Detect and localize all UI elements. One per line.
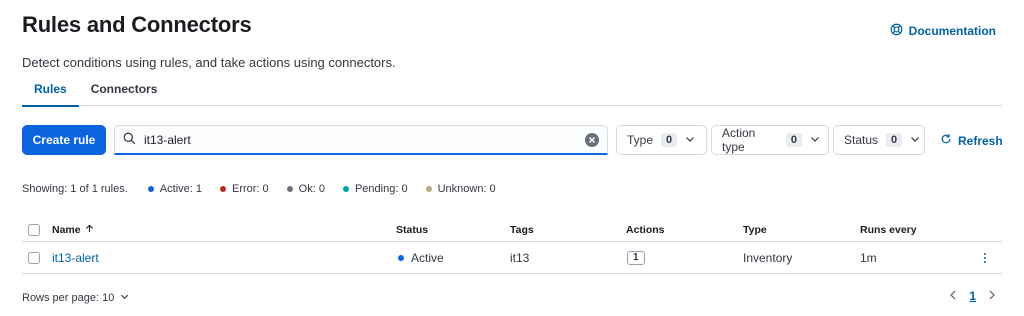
- chevron-left-icon[interactable]: [949, 289, 957, 303]
- stat-label: Ok: 0: [298, 183, 325, 195]
- rule-name-link[interactable]: it13-alert: [52, 242, 99, 273]
- rule-type: Inventory: [743, 250, 793, 265]
- chevron-down-icon: [810, 133, 820, 147]
- type-filter-label: Type: [627, 133, 654, 147]
- chevron-down-icon: [910, 133, 920, 147]
- status-dot: [398, 254, 404, 261]
- documentation-link[interactable]: Documentation: [890, 23, 996, 39]
- stat-label: Unknown: 0: [437, 183, 496, 195]
- stat-active: Active: 1: [147, 183, 202, 195]
- stat-label: Active: 1: [159, 183, 202, 195]
- column-type: Type: [743, 223, 767, 236]
- rule-actions-cell: 1: [627, 242, 645, 273]
- type-filter-count: 0: [661, 133, 678, 147]
- chevron-down-icon: [685, 133, 695, 147]
- action-type-filter-label: Action type: [722, 126, 756, 154]
- rows-per-page-label: Rows per page: 10: [22, 292, 115, 304]
- status-dot: [219, 186, 226, 192]
- help-circle-icon: [890, 23, 903, 39]
- status-dot: [342, 186, 349, 192]
- rules-table: Name Status Tags Actions Type Runs every…: [22, 218, 1002, 274]
- status-filter-count: 0: [886, 133, 903, 147]
- chevron-down-icon: [120, 292, 129, 304]
- refresh-icon: [940, 133, 952, 148]
- column-name-label: Name: [52, 223, 81, 236]
- documentation-label: Documentation: [908, 24, 996, 38]
- row-checkbox[interactable]: [28, 251, 40, 264]
- rule-tags: it13: [510, 250, 530, 265]
- showing-count: Showing: 1 of 1 rules.: [22, 183, 128, 195]
- stat-error: Error: 0: [219, 183, 269, 195]
- table-row: it13-alert Active it13 1 Inventory 1m: [22, 242, 1002, 274]
- page-title: Rules and Connectors: [22, 12, 252, 37]
- chevron-right-icon[interactable]: [988, 289, 996, 303]
- select-all-cell: [28, 218, 40, 241]
- create-rule-button[interactable]: Create rule: [22, 125, 106, 155]
- page-subtitle: Detect conditions using rules, and take …: [22, 55, 396, 70]
- column-actions: Actions: [626, 223, 665, 236]
- status-dot: [286, 186, 293, 192]
- status-filter-label: Status: [844, 133, 879, 147]
- clear-icon[interactable]: [585, 132, 599, 147]
- status-dot: [147, 186, 154, 192]
- stat-ok: Ok: 0: [286, 183, 325, 195]
- column-tags: Tags: [510, 223, 534, 236]
- stat-unknown: Unknown: 0: [425, 183, 496, 195]
- table-header: Name Status Tags Actions Type Runs every: [22, 218, 1002, 242]
- kebab-menu-icon: [984, 252, 986, 263]
- select-all-checkbox[interactable]: [28, 223, 40, 236]
- search-field: [114, 125, 608, 155]
- search-icon: [123, 132, 136, 148]
- search-input[interactable]: [144, 132, 585, 147]
- tab-rules[interactable]: Rules: [22, 78, 79, 107]
- rule-runs-every: 1m: [860, 250, 877, 265]
- action-type-filter-count: 0: [785, 133, 802, 147]
- rule-status-label: Active: [411, 250, 444, 265]
- stat-pending: Pending: 0: [342, 183, 408, 195]
- tab-bar: Rules Connectors: [22, 78, 1002, 107]
- column-runs-every: Runs every: [860, 223, 917, 236]
- rows-per-page-selector[interactable]: Rows per page: 10: [22, 292, 129, 304]
- action-type-filter[interactable]: Action type 0: [711, 125, 829, 155]
- status-filter[interactable]: Status 0: [833, 125, 925, 155]
- column-name[interactable]: Name: [52, 218, 94, 241]
- stat-label: Error: 0: [231, 183, 269, 195]
- pagination: 1: [949, 289, 996, 303]
- row-actions-menu[interactable]: [984, 242, 986, 273]
- rule-stats: Showing: 1 of 1 rules. Active: 1 Error: …: [22, 183, 514, 195]
- page-number[interactable]: 1: [969, 289, 976, 303]
- actions-count-badge: 1: [627, 250, 645, 265]
- column-status: Status: [396, 223, 429, 236]
- arrow-up-icon: [85, 224, 94, 236]
- type-filter[interactable]: Type 0: [616, 125, 707, 155]
- stat-label: Pending: 0: [354, 183, 408, 195]
- status-dot: [425, 186, 432, 192]
- tab-connectors[interactable]: Connectors: [79, 78, 170, 106]
- refresh-button[interactable]: Refresh: [940, 133, 1003, 148]
- rule-status: Active: [398, 242, 444, 273]
- refresh-label: Refresh: [958, 133, 1003, 148]
- row-select-cell: [28, 242, 40, 273]
